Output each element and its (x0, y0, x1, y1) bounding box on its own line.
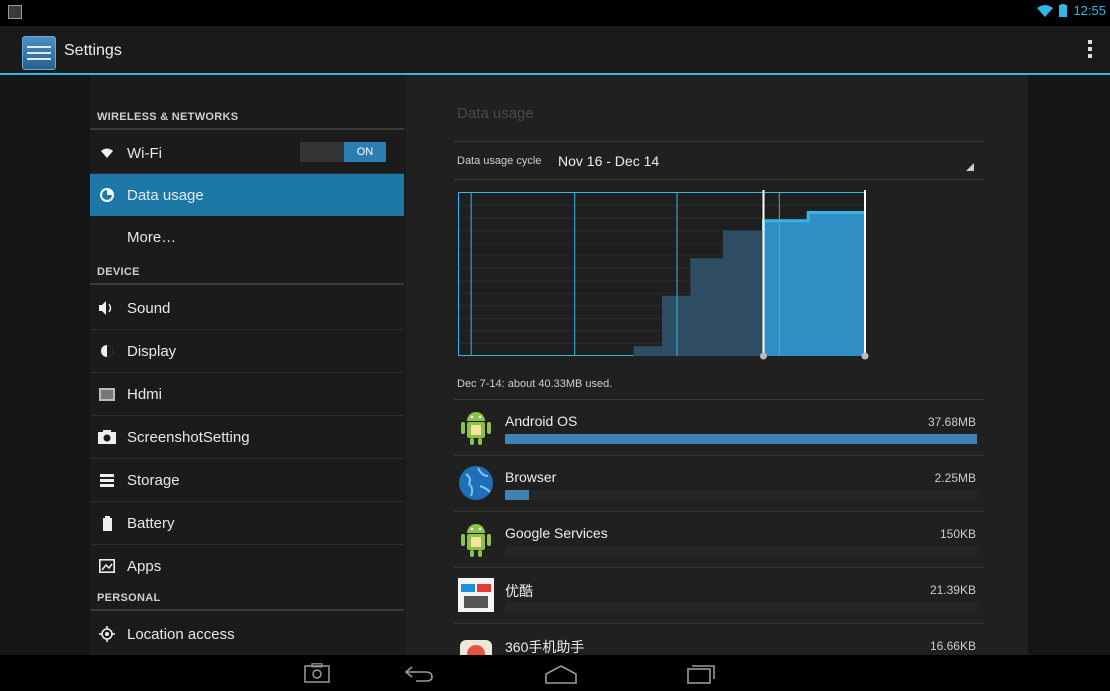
sidebar-item-label: Display (127, 342, 177, 360)
home-icon[interactable] (544, 664, 578, 684)
app-usage-row-youku[interactable]: 优酷 21.39KB (454, 568, 984, 624)
sidebar-item-label: Wi-Fi (127, 144, 162, 162)
battery-icon (97, 513, 117, 533)
usage-bar-fill (505, 490, 529, 500)
usage-bar-fill (505, 434, 977, 444)
360-icon (460, 640, 492, 655)
apps-icon (97, 556, 117, 576)
speaker-icon (97, 298, 117, 318)
sidebar-item-hdmi[interactable]: Hdmi (90, 373, 404, 415)
usage-bar (505, 490, 977, 500)
app-usage-size: 21.39KB (929, 583, 976, 597)
app-name: Browser (505, 469, 557, 485)
app-name: 360手机助手 (505, 639, 585, 655)
app-name: Google Services (505, 525, 608, 541)
sidebar-item-apps[interactable]: Apps (90, 545, 404, 587)
overflow-menu-icon[interactable] (1088, 40, 1092, 61)
android-icon (461, 412, 491, 445)
settings-sidebar: WIRELESS & NETWORKS Wi-Fi ON Data usage … (90, 75, 406, 655)
data-usage-chart[interactable] (454, 188, 874, 360)
storage-icon (97, 470, 117, 490)
status-bar: 12:55 (0, 0, 1110, 26)
app-usage-row-android-os[interactable]: Android OS 37.68MB (454, 400, 984, 456)
range-end-dot (861, 352, 869, 360)
section-header-wireless: WIRELESS & NETWORKS (97, 111, 239, 123)
data-usage-pane: Data usage Data usage cycle Nov 16 - Dec… (406, 75, 1028, 655)
sidebar-item-data-usage[interactable]: Data usage (90, 174, 404, 216)
usage-bar (505, 434, 977, 444)
usage-bar (505, 602, 977, 612)
sidebar-item-wifi[interactable]: Wi-Fi ON (90, 132, 404, 174)
app-usage-size: 16.66KB (929, 639, 976, 653)
sidebar-item-label: Apps (127, 557, 162, 575)
section-header-personal: PERSONAL (97, 592, 161, 604)
wifi-icon (97, 143, 117, 163)
cycle-spinner[interactable]: Nov 16 - Dec 14 (558, 153, 659, 169)
camera-icon (97, 427, 117, 447)
browser-globe-icon (459, 466, 493, 500)
data-usage-title: Data usage (457, 105, 534, 122)
usage-area-active (763, 212, 865, 356)
sidebar-item-more[interactable]: More… (90, 216, 404, 258)
app-usage-size: 150KB (939, 527, 976, 541)
youku-icon (458, 578, 494, 612)
sidebar-item-storage[interactable]: Storage (90, 459, 404, 501)
sidebar-item-display[interactable]: Display (90, 330, 404, 372)
clock: 12:55 (1073, 3, 1106, 18)
page-title: Settings (64, 42, 122, 59)
wifi-toggle[interactable]: ON (300, 142, 386, 162)
cycle-label: Data usage cycle (457, 155, 542, 167)
app-usage-row-browser[interactable]: Browser 2.25MB (454, 456, 984, 512)
status-indicators: 12:55 (1037, 3, 1106, 18)
navigation-bar (0, 655, 1110, 691)
app-usage-size: 37.68MB (927, 415, 976, 429)
notification-image-icon (8, 5, 22, 19)
sidebar-item-location-access[interactable]: Location access (90, 613, 404, 655)
brightness-icon (97, 341, 117, 361)
app-usage-size: 2.25MB (934, 471, 976, 485)
dropdown-arrow-icon[interactable] (966, 163, 974, 171)
sidebar-item-sound[interactable]: Sound (90, 287, 404, 329)
sidebar-item-screenshot-setting[interactable]: ScreenshotSetting (90, 416, 404, 458)
location-icon (97, 624, 117, 644)
toggle-state: ON (344, 142, 386, 162)
range-start-dot (760, 352, 767, 360)
settings-app-icon[interactable] (22, 36, 56, 70)
action-bar: Settings (0, 26, 1110, 75)
sidebar-item-battery[interactable]: Battery (90, 502, 404, 544)
sidebar-item-label: Sound (127, 299, 171, 317)
data-usage-icon (97, 185, 117, 205)
battery-icon (1059, 4, 1068, 17)
sidebar-item-label: ScreenshotSetting (127, 428, 250, 446)
sidebar-item-label: Data usage (127, 186, 204, 204)
sidebar-item-label: Hdmi (127, 385, 163, 403)
wifi-signal-icon (1037, 4, 1054, 17)
section-header-device: DEVICE (97, 266, 140, 278)
android-icon (461, 524, 491, 557)
settings-content: WIRELESS & NETWORKS Wi-Fi ON Data usage … (0, 75, 1110, 655)
sidebar-item-label: Storage (127, 471, 180, 489)
app-usage-row-google-services[interactable]: Google Services 150KB (454, 512, 984, 568)
app-name: 优酷 (505, 583, 533, 599)
hdmi-icon (97, 384, 117, 404)
back-icon[interactable] (404, 665, 434, 683)
sidebar-item-label: More… (127, 228, 177, 246)
sidebar-item-label: Location access (127, 625, 235, 643)
usage-bar (505, 546, 977, 556)
app-name: Android OS (505, 413, 578, 429)
recents-icon[interactable] (686, 664, 716, 684)
sidebar-item-label: Battery (127, 514, 175, 532)
usage-summary: Dec 7-14: about 40.33MB used. (457, 378, 613, 390)
app-usage-row-360[interactable]: 360手机助手 16.66KB (454, 624, 984, 655)
screenshot-icon[interactable] (304, 663, 330, 683)
